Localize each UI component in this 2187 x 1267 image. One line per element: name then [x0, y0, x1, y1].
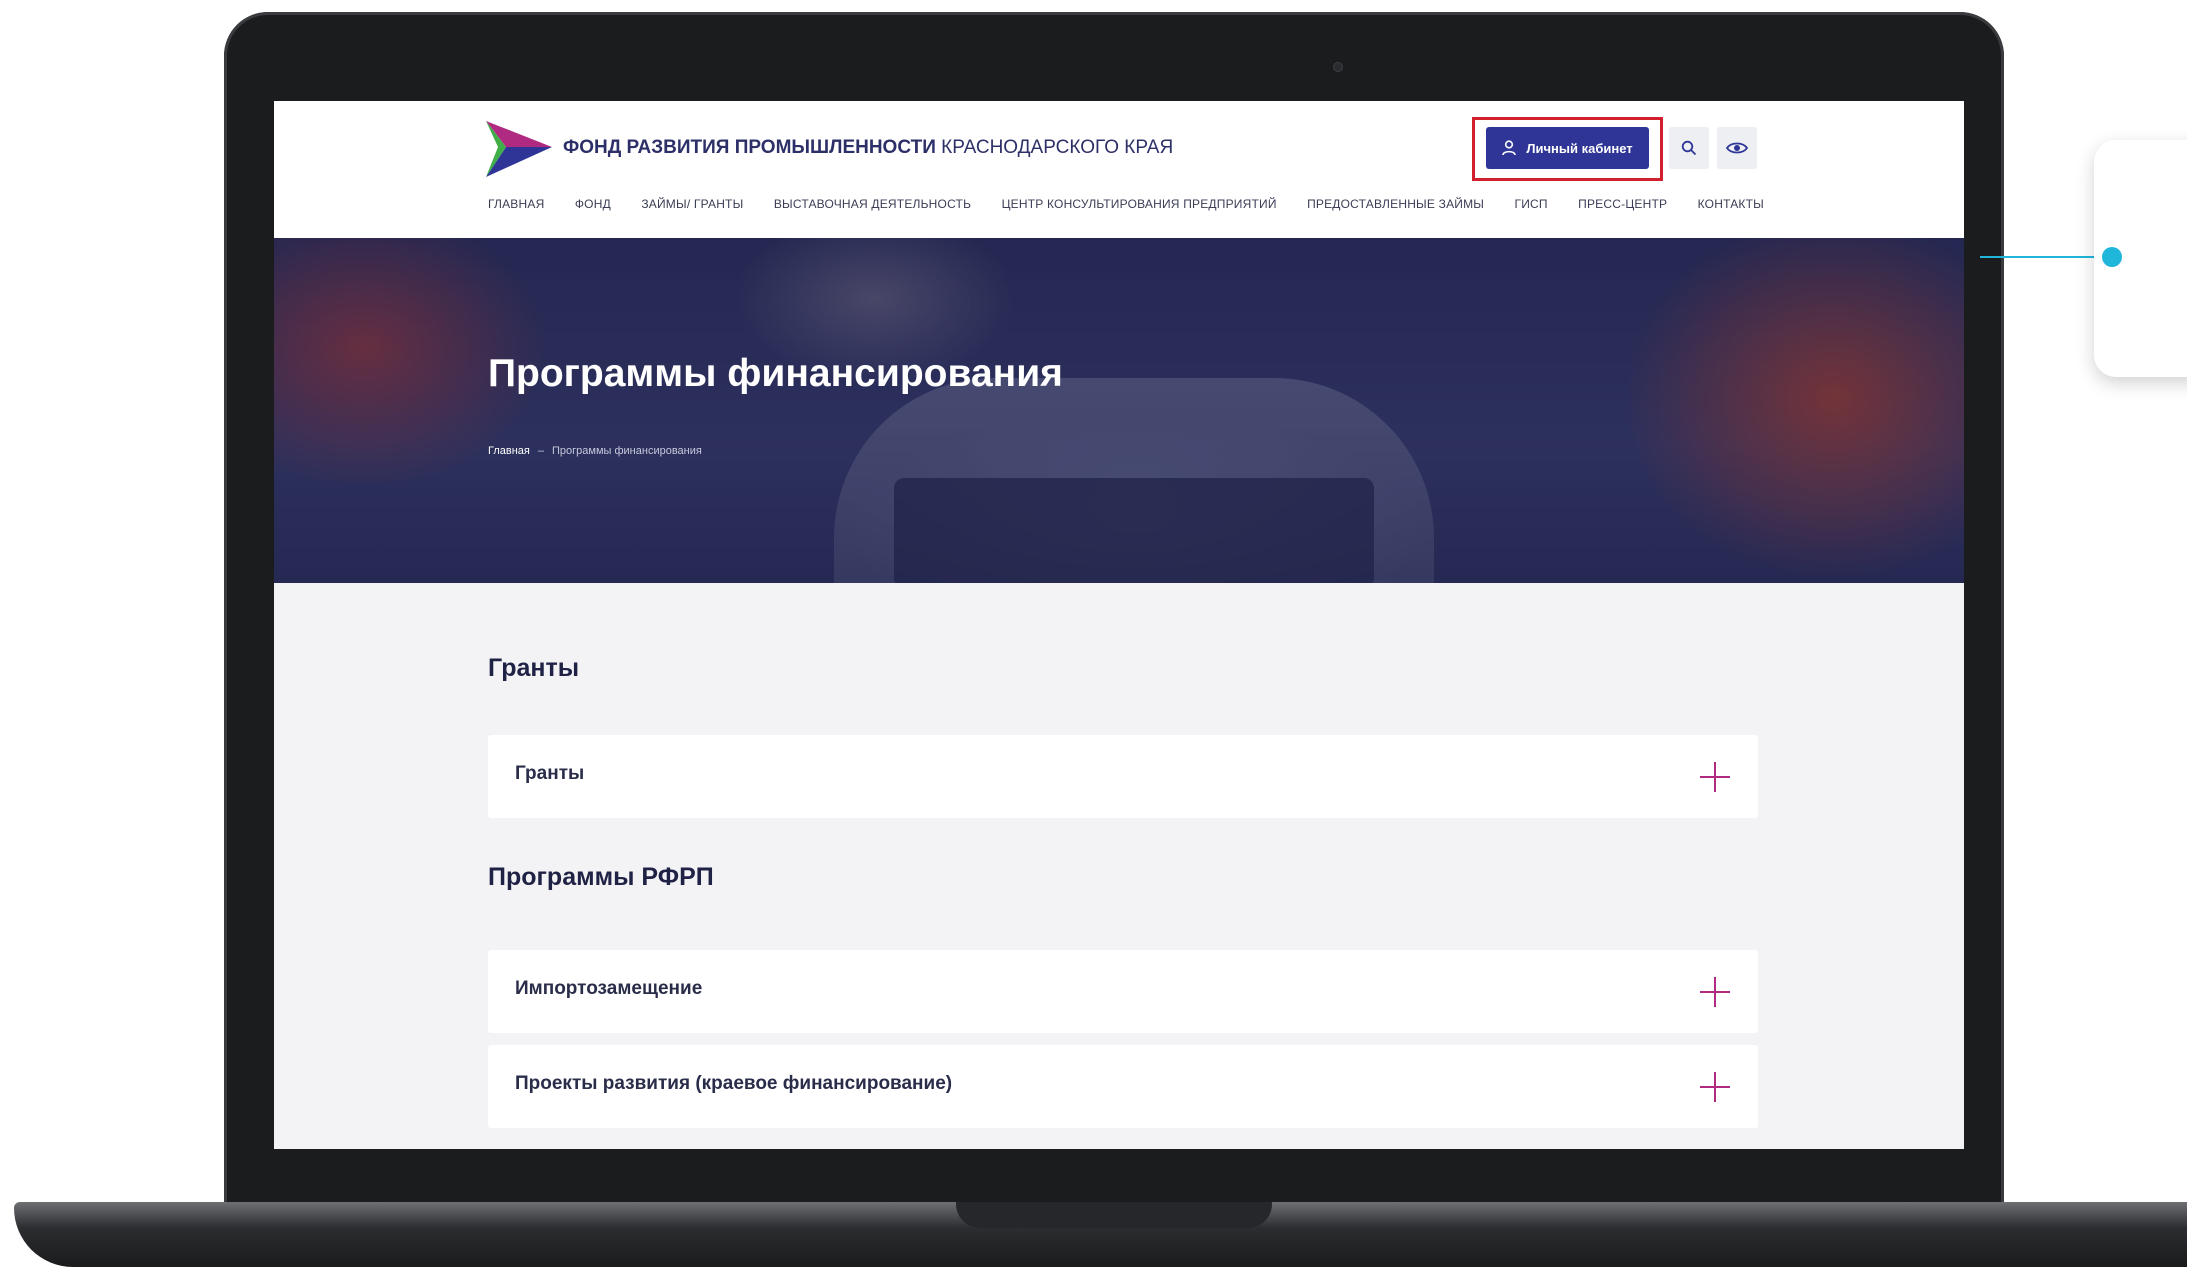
brand-bold: ФОНД РАЗВИТИЯ ПРОМЫШЛЕННОСТИ [563, 137, 936, 158]
site-brand[interactable]: ФОНД РАЗВИТИЯ ПРОМЫШЛЕННОСТИ КРАСНОДАРСК… [563, 137, 1173, 159]
nav-item-loans-grants[interactable]: ЗАЙМЫ/ ГРАНТЫ [641, 197, 743, 211]
breadcrumb-separator: – [537, 445, 544, 457]
site-header: ФОНД РАЗВИТИЯ ПРОМЫШЛЕННОСТИ КРАСНОДАРСК… [274, 101, 1964, 238]
nav-item-contacts[interactable]: КОНТАКТЫ [1698, 197, 1764, 211]
personal-cabinet-button[interactable]: Личный кабинет [1486, 127, 1649, 169]
brand-light: КРАСНОДАРСКОГО КРАЯ [941, 137, 1174, 158]
breadcrumb: Главная – Программы финансирования [488, 445, 702, 457]
accordion-item-import-substitution[interactable]: Импортозамещение [488, 950, 1758, 1033]
plus-icon[interactable] [1700, 1072, 1730, 1102]
accordion-label: Импортозамещение [515, 978, 703, 999]
accordion-label: Гранты [515, 763, 585, 784]
plus-icon[interactable] [1700, 762, 1730, 792]
section-title-grants: Гранты [488, 654, 580, 682]
search-icon [1681, 140, 1697, 156]
callout-connector-line [1980, 256, 2110, 258]
laptop-screen: ФОНД РАЗВИТИЯ ПРОМЫШЛЕННОСТИ КРАСНОДАРСК… [274, 101, 1964, 1149]
accordion-label: Проекты развития (краевое финансирование… [515, 1073, 953, 1094]
accordion-item-grants[interactable]: Гранты [488, 735, 1758, 818]
nav-item-press-center[interactable]: ПРЕСС-ЦЕНТР [1578, 197, 1667, 211]
plus-icon[interactable] [1700, 977, 1730, 1007]
section-title-rfrp: Программы РФРП [488, 863, 714, 891]
laptop-notch [956, 1202, 1272, 1228]
nav-item-gisp[interactable]: ГИСП [1515, 197, 1548, 211]
nav-item-fund[interactable]: ФОНД [575, 197, 611, 211]
user-icon [1502, 140, 1517, 156]
search-button[interactable] [1669, 127, 1709, 169]
breadcrumb-current: Программы финансирования [552, 445, 702, 457]
callout-connector-dot [2102, 247, 2122, 267]
breadcrumb-home[interactable]: Главная [488, 445, 530, 457]
hero-banner: Программы финансирования Главная – Прогр… [274, 238, 1964, 583]
accessibility-button[interactable] [1717, 127, 1757, 169]
main-nav: ГЛАВНАЯ ФОНД ЗАЙМЫ/ ГРАНТЫ ВЫСТАВОЧНАЯ Д… [488, 197, 1764, 211]
accordion-item-development-projects[interactable]: Проекты развития (краевое финансирование… [488, 1045, 1758, 1128]
eye-icon [1726, 142, 1748, 154]
logo-arrow-icon[interactable] [486, 121, 552, 177]
personal-cabinet-label: Личный кабинет [1526, 140, 1633, 156]
nav-item-consulting-center[interactable]: ЦЕНТР КОНСУЛЬТИРОВАНИЯ ПРЕДПРИЯТИЙ [1002, 197, 1277, 211]
camera [1333, 62, 1343, 72]
page: ФОНД РАЗВИТИЯ ПРОМЫШЛЕННОСТИ КРАСНОДАРСК… [0, 0, 2187, 1267]
nav-item-exhibitions[interactable]: ВЫСТАВОЧНАЯ ДЕЯТЕЛЬНОСТЬ [774, 197, 971, 211]
hero-overlay [274, 238, 1964, 583]
nav-item-provided-loans[interactable]: ПРЕДОСТАВЛЕННЫЕ ЗАЙМЫ [1307, 197, 1484, 211]
page-title: Программы финансирования [488, 352, 1063, 395]
nav-item-home[interactable]: ГЛАВНАЯ [488, 197, 544, 211]
